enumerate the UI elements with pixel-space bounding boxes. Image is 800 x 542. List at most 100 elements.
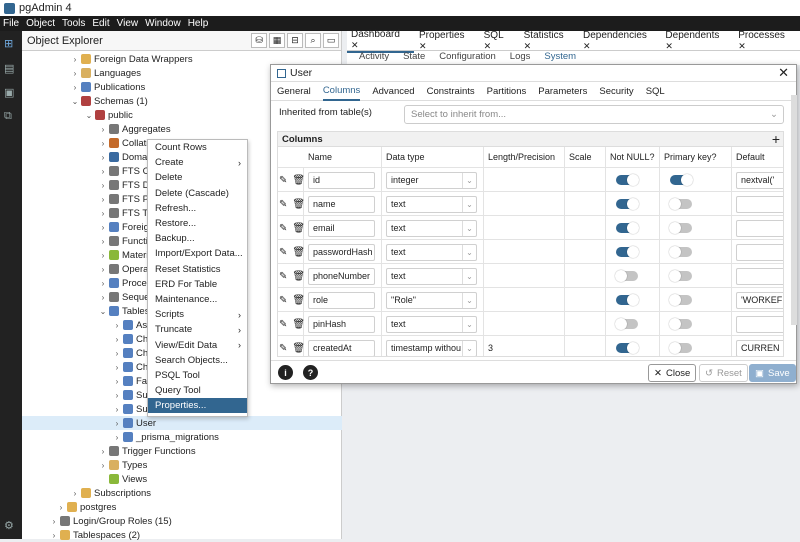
length-cell[interactable]	[484, 312, 565, 336]
length-cell[interactable]	[484, 264, 565, 288]
context-menu-item[interactable]: Import/Export Data...	[148, 246, 247, 261]
tree-node[interactable]: › _prisma_migrations	[112, 430, 219, 444]
expand-arrow-icon[interactable]: ›	[98, 195, 108, 204]
menu-item-tools[interactable]: Tools	[62, 18, 85, 29]
edit-pencil-icon[interactable]: ✎	[279, 343, 287, 354]
tree-node[interactable]: › Aggregates	[98, 122, 171, 136]
context-menu-item[interactable]: Refresh...	[148, 201, 247, 216]
filter-rows-icon[interactable]: ⊟	[287, 33, 303, 48]
primary-key-toggle[interactable]	[669, 222, 692, 234]
length-cell[interactable]	[484, 240, 565, 264]
dialog-tab-sql[interactable]: SQL	[646, 83, 665, 100]
default-input[interactable]: nextval('	[736, 171, 783, 189]
database-icon[interactable]: ▤	[4, 62, 18, 76]
expand-arrow-icon[interactable]: ›	[98, 461, 108, 470]
tree-node[interactable]: › Foreign Data Wrappers	[70, 52, 193, 66]
tree-node[interactable]: ⌄ Schemas (1)	[70, 94, 148, 108]
expand-arrow-icon[interactable]: ›	[98, 125, 108, 134]
tree-node[interactable]: › Subscriptions	[70, 486, 151, 500]
column-name-input[interactable]: name	[308, 195, 375, 213]
tree-node[interactable]: › Languages	[70, 66, 141, 80]
schema-diff-icon[interactable]: ⧉	[4, 110, 18, 124]
expand-arrow-icon[interactable]: ›	[98, 223, 108, 232]
length-cell[interactable]: 3	[484, 336, 565, 356]
menu-item-view[interactable]: View	[117, 18, 139, 29]
dialog-tab-security[interactable]: Security	[599, 83, 633, 100]
default-input[interactable]	[736, 315, 783, 333]
tab-close-icon[interactable]: ✕	[524, 41, 532, 51]
tree-node[interactable]: › Login/Group Roles (15)	[49, 514, 172, 528]
tab-close-icon[interactable]: ✕	[738, 41, 746, 51]
close-button[interactable]: ✕ Close	[648, 364, 697, 382]
expand-arrow-icon[interactable]: ›	[49, 531, 59, 540]
tree-node[interactable]: › User	[22, 416, 342, 430]
context-menu-item[interactable]: Truncate ›	[148, 322, 247, 337]
search-icon[interactable]: ⌕	[305, 33, 321, 48]
not-null-toggle[interactable]	[616, 246, 639, 258]
data-type-select[interactable]: text ⌄	[386, 219, 477, 237]
data-type-select[interactable]: text ⌄	[386, 243, 477, 261]
primary-key-toggle[interactable]	[669, 246, 692, 258]
expand-arrow-icon[interactable]: ›	[70, 55, 80, 64]
primary-key-toggle[interactable]	[669, 318, 692, 330]
close-icon[interactable]: ✕	[778, 65, 789, 81]
tab-close-icon[interactable]: ✕	[419, 41, 427, 51]
expand-arrow-icon[interactable]: ›	[49, 517, 59, 526]
menu-item-help[interactable]: Help	[188, 18, 209, 29]
tree-node[interactable]: › Types	[98, 458, 148, 472]
expand-arrow-icon[interactable]: ⌄	[98, 307, 108, 316]
not-null-toggle[interactable]	[616, 198, 639, 210]
expand-arrow-icon[interactable]: ›	[98, 279, 108, 288]
dialog-scrollbar[interactable]	[791, 95, 797, 325]
subtab-logs[interactable]: Logs	[510, 51, 531, 65]
context-menu-item[interactable]: Restore...	[148, 216, 247, 231]
primary-key-toggle[interactable]	[669, 294, 692, 306]
edit-pencil-icon[interactable]: ✎	[279, 199, 287, 210]
primary-key-toggle[interactable]	[669, 270, 692, 282]
length-cell[interactable]	[484, 168, 565, 192]
scale-cell[interactable]	[565, 264, 606, 288]
help-icon[interactable]: ?	[303, 365, 318, 380]
not-null-toggle[interactable]	[616, 222, 639, 234]
edit-pencil-icon[interactable]: ✎	[279, 271, 287, 282]
length-cell[interactable]	[484, 216, 565, 240]
expand-arrow-icon[interactable]: ⌄	[84, 111, 94, 120]
default-input[interactable]	[736, 243, 783, 261]
data-type-select[interactable]: "Role" ⌄	[386, 291, 477, 309]
scale-cell[interactable]	[565, 336, 606, 356]
primary-key-toggle[interactable]	[669, 198, 692, 210]
data-type-select[interactable]: text ⌄	[386, 267, 477, 285]
tree-node[interactable]: ⌄ public	[84, 108, 133, 122]
psql-tool-icon[interactable]: ▭	[323, 33, 339, 48]
length-cell[interactable]	[484, 288, 565, 312]
expand-arrow-icon[interactable]: ›	[112, 363, 122, 372]
expand-arrow-icon[interactable]: ›	[56, 503, 66, 512]
default-input[interactable]	[736, 267, 783, 285]
expand-arrow-icon[interactable]: ›	[112, 419, 122, 428]
expand-arrow-icon[interactable]: ›	[98, 447, 108, 456]
expand-arrow-icon[interactable]: ›	[98, 181, 108, 190]
expand-arrow-icon[interactable]: ›	[70, 83, 80, 92]
tree-node[interactable]: › Trigger Functions	[98, 444, 196, 458]
expand-arrow-icon[interactable]: ›	[112, 433, 122, 442]
dialog-tab-partitions[interactable]: Partitions	[487, 83, 527, 100]
tab-dependencies[interactable]: Dependencies ✕	[579, 30, 660, 52]
info-icon[interactable]: i	[278, 365, 293, 380]
inherit-select[interactable]: Select to inherit from... ⌄	[404, 105, 784, 124]
expand-arrow-icon[interactable]: ›	[112, 377, 122, 386]
tree-node[interactable]: › postgres	[56, 500, 117, 514]
context-menu-item[interactable]: Search Objects...	[148, 353, 247, 368]
context-menu-item[interactable]: View/Edit Data ›	[148, 337, 247, 352]
column-name-input[interactable]: createdAt	[308, 339, 375, 356]
tree-node[interactable]: › Tablespaces (2)	[49, 528, 140, 542]
column-name-input[interactable]: email	[308, 219, 375, 237]
expand-arrow-icon[interactable]: ›	[112, 321, 122, 330]
context-menu-item[interactable]: Backup...	[148, 231, 247, 246]
context-menu-item[interactable]: Maintenance...	[148, 292, 247, 307]
object-explorer-icon[interactable]: ⊞	[4, 37, 18, 51]
context-menu-item[interactable]: Query Tool	[148, 383, 247, 398]
view-data-icon[interactable]: ▦	[269, 33, 285, 48]
column-name-input[interactable]: role	[308, 291, 375, 309]
tab-close-icon[interactable]: ✕	[351, 40, 359, 50]
expand-arrow-icon[interactable]: ›	[98, 153, 108, 162]
